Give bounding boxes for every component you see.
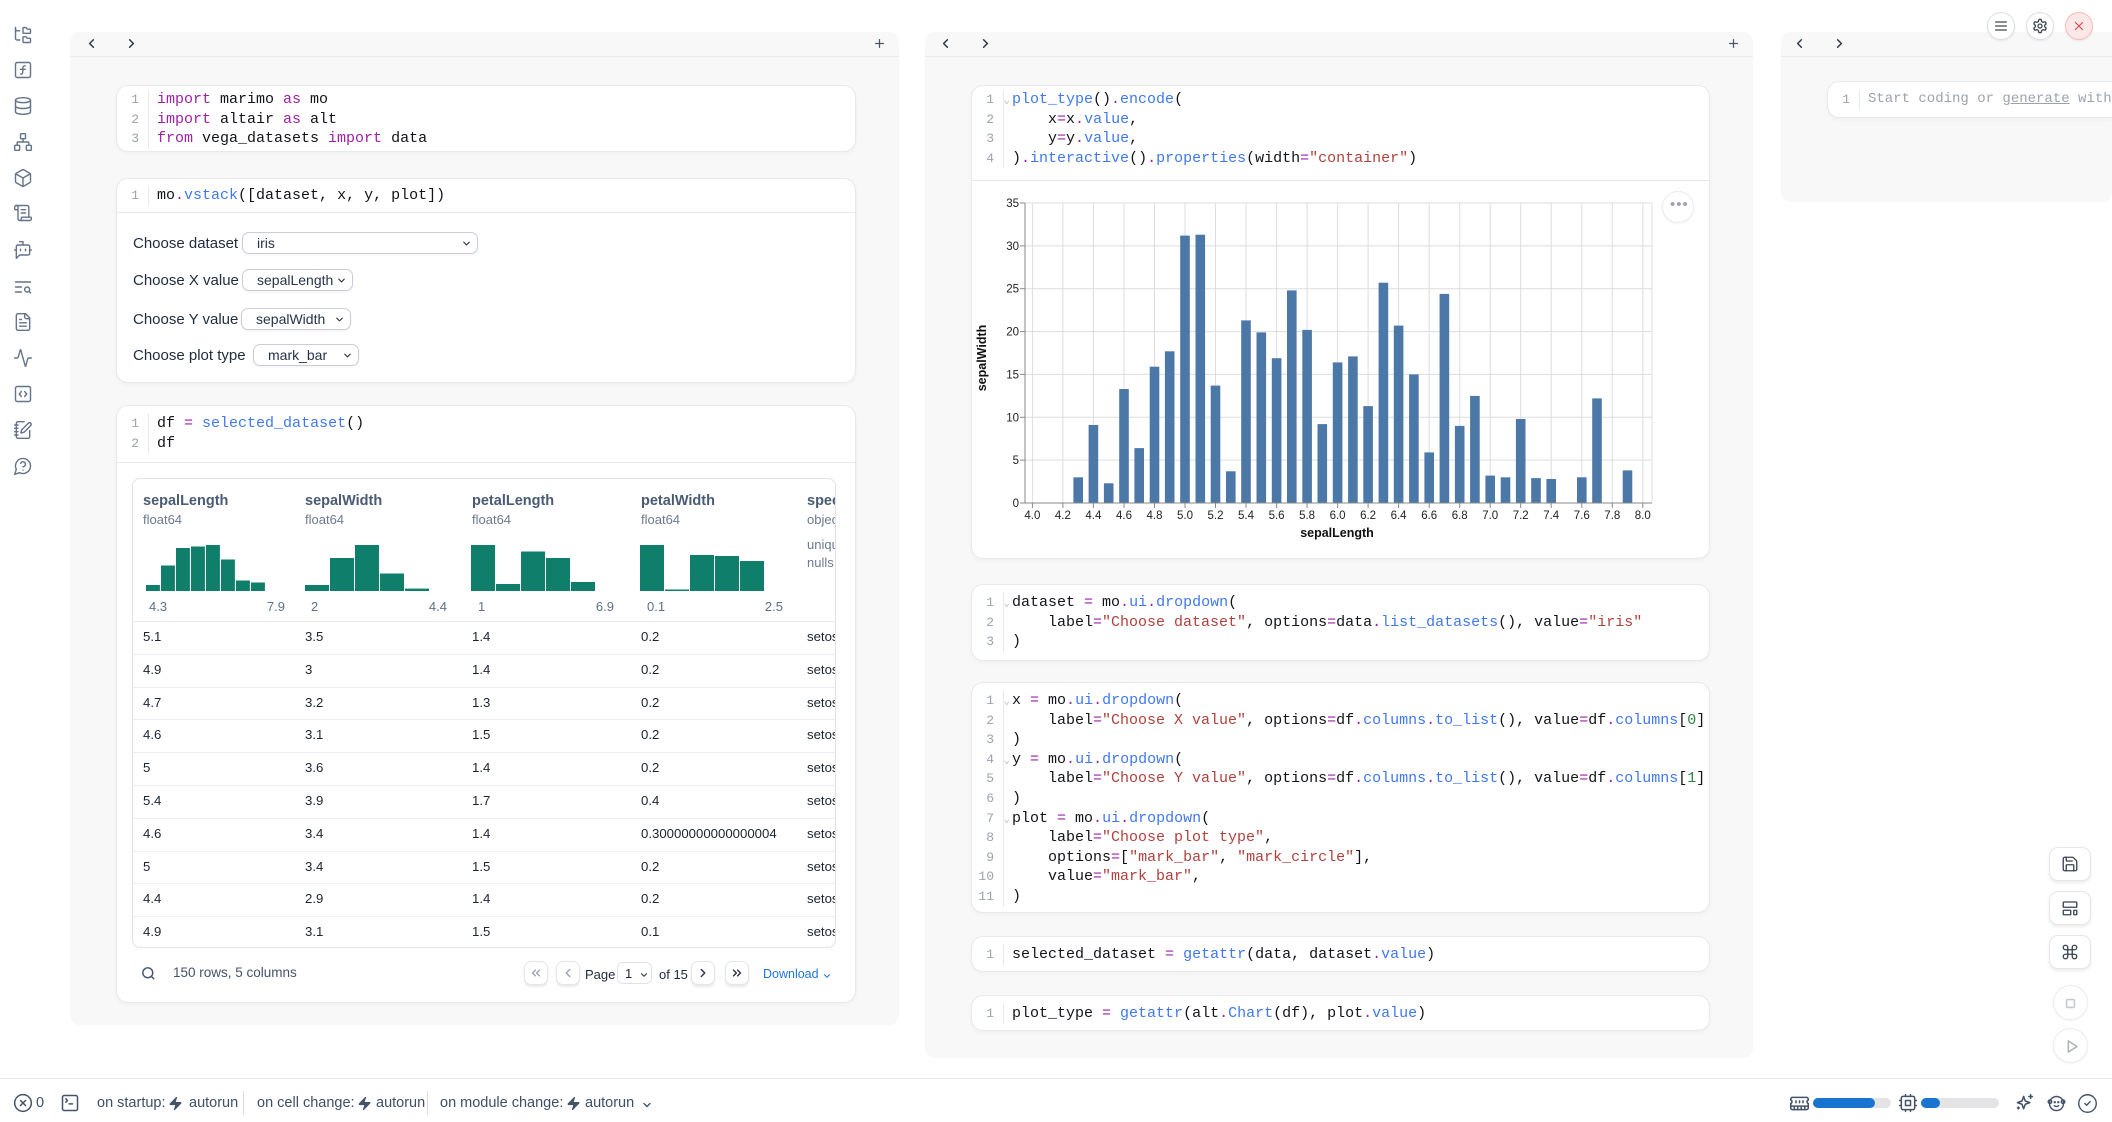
svg-text:7.2: 7.2 (1513, 510, 1529, 522)
svg-text:5.8: 5.8 (1299, 510, 1315, 522)
svg-text:4.6: 4.6 (1116, 510, 1132, 522)
svg-text:5.0: 5.0 (1177, 510, 1193, 522)
svg-text:10: 10 (1006, 412, 1019, 424)
svg-text:4.0: 4.0 (1024, 510, 1040, 522)
svg-text:35: 35 (1006, 198, 1019, 210)
svg-text:7.6: 7.6 (1574, 510, 1590, 522)
svg-text:4.8: 4.8 (1147, 510, 1163, 522)
svg-text:sepalWidth: sepalWidth (975, 325, 989, 392)
svg-text:20: 20 (1006, 327, 1019, 339)
svg-text:4.4: 4.4 (1085, 510, 1102, 522)
svg-text:7.4: 7.4 (1543, 510, 1560, 522)
svg-text:5.6: 5.6 (1269, 510, 1285, 522)
svg-text:4.2: 4.2 (1055, 510, 1071, 522)
svg-text:6.0: 6.0 (1330, 510, 1346, 522)
svg-text:6.2: 6.2 (1360, 510, 1376, 522)
svg-text:5.4: 5.4 (1238, 510, 1255, 522)
svg-text:sepalLength: sepalLength (1300, 526, 1374, 540)
svg-text:30: 30 (1006, 241, 1019, 253)
svg-text:5.2: 5.2 (1208, 510, 1224, 522)
svg-text:7.0: 7.0 (1482, 510, 1498, 522)
svg-text:6.6: 6.6 (1421, 510, 1437, 522)
svg-text:5: 5 (1013, 455, 1019, 467)
svg-text:0: 0 (1013, 498, 1019, 510)
svg-text:7.8: 7.8 (1604, 510, 1620, 522)
svg-text:6.4: 6.4 (1391, 510, 1408, 522)
svg-text:25: 25 (1006, 284, 1019, 296)
svg-text:8.0: 8.0 (1635, 510, 1651, 522)
svg-text:15: 15 (1006, 369, 1019, 381)
svg-text:6.8: 6.8 (1452, 510, 1468, 522)
